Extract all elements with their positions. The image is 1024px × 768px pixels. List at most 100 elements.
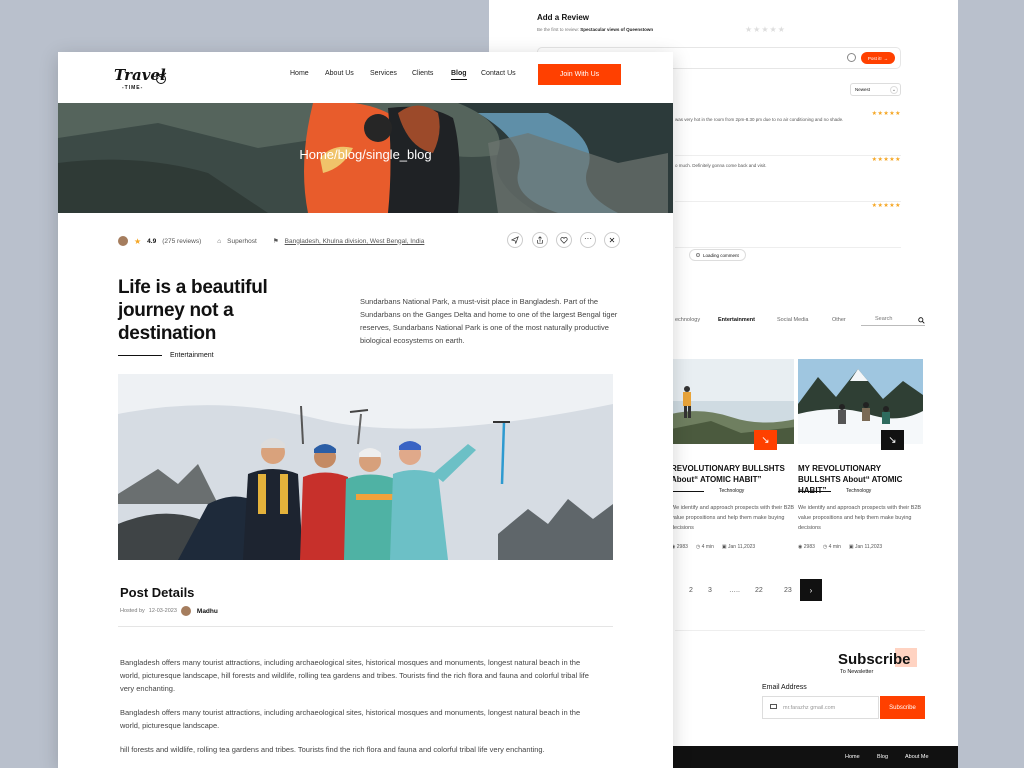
pagination-item[interactable]: 3 — [708, 587, 712, 594]
review-text: o much. Definitely gonna come back and v… — [675, 163, 767, 168]
close-button[interactable]: ✕ — [604, 232, 620, 248]
divider — [798, 491, 831, 492]
rating-input-stars[interactable]: ★★★★★ — [745, 25, 786, 34]
open-post-button[interactable]: ↘ — [754, 430, 777, 450]
filter-tab-other[interactable]: Other — [832, 317, 846, 323]
calendar-icon: ▣ — [721, 544, 727, 550]
divider — [675, 630, 925, 631]
review-item: ★★★★★ o much. Definitely gonna come back… — [675, 156, 901, 202]
nav-home[interactable]: Home — [290, 70, 309, 77]
review-item: ★★★★★ — [675, 202, 901, 248]
clock-icon: ◷ — [695, 544, 701, 550]
mail-icon — [770, 704, 777, 709]
logo-subtext: -TIME- — [122, 85, 144, 91]
pagination-item[interactable]: 22 — [755, 587, 763, 594]
post-review-button[interactable]: Post it! → — [861, 52, 895, 64]
post-details-meta: Hosted by 12-03-2023 Madhu — [120, 606, 218, 616]
close-icon: ✕ — [608, 235, 616, 245]
open-post-button[interactable]: ↘ — [881, 430, 904, 450]
nav-blog[interactable]: Blog — [451, 70, 467, 80]
post-date-value: Jan 11,2023 — [728, 544, 756, 550]
hosted-by-label: Hosted by — [120, 608, 145, 614]
filter-tab-entertainment[interactable]: Entertainment — [718, 317, 755, 323]
share-icon — [537, 236, 543, 244]
post-date-value: Jan 11,2023 — [855, 544, 883, 550]
share-button[interactable] — [532, 232, 548, 248]
filter-tab-technology[interactable]: echnology — [675, 317, 700, 323]
nav-contact-us[interactable]: Contact Us — [481, 70, 516, 77]
author-name[interactable]: Madhu — [197, 608, 218, 615]
superhost-label: Superhost — [227, 237, 257, 245]
blog-card-category: Technology — [846, 488, 872, 494]
views-count: ◉ 2983 — [671, 544, 688, 550]
add-review-title: Add a Review — [537, 13, 590, 22]
filter-tab-social-media[interactable]: Social Media — [777, 317, 809, 323]
review-subtitle-prefix: Be the first to review — [537, 27, 578, 32]
blog-card-title[interactable]: REVOLUTIONARY BULLSHTS About“ ATOMIC HAB… — [671, 463, 797, 485]
site-logo[interactable]: Travel -TIME- — [114, 66, 170, 96]
review-count[interactable]: (275 reviews) — [162, 238, 201, 245]
read-time-value: 4 min — [828, 544, 841, 550]
nav-services[interactable]: Services — [370, 70, 397, 77]
join-with-us-button[interactable]: Join With Us — [538, 64, 621, 85]
avatar — [118, 236, 128, 246]
chevron-right-icon: › — [809, 585, 813, 595]
loading-icon — [696, 253, 700, 257]
review-subtitle-subject: Spectacular views of Queenstown — [580, 27, 654, 32]
nav-about-us[interactable]: About Us — [325, 70, 354, 77]
hero-banner: Home/blog/single_blog — [58, 103, 673, 213]
emoji-icon[interactable] — [847, 53, 856, 62]
star-icon: ★ — [134, 236, 142, 246]
sort-select[interactable]: Newest ⌄ — [850, 83, 901, 96]
avatar — [180, 606, 191, 616]
footer-link-home[interactable]: Home — [845, 754, 860, 760]
blog-card-image — [671, 359, 796, 444]
send-icon — [511, 236, 519, 244]
footer-link-blog[interactable]: Blog — [877, 754, 888, 760]
post-date: ▣ Jan 11,2023 — [849, 544, 882, 550]
arrow-right-icon: → — [883, 55, 889, 61]
search-input[interactable]: Search — [861, 314, 925, 326]
load-comments-button[interactable]: Loading comment — [689, 249, 746, 261]
post-meta-row: ★ 4.9 (275 reviews) ⌂ Superhost ⚑ Bangla… — [118, 234, 424, 248]
divider — [671, 491, 704, 492]
views-count-value: 2983 — [803, 544, 815, 550]
like-button[interactable] — [556, 232, 572, 248]
blog-card-category: Technology — [719, 488, 745, 494]
home-icon: ⌂ — [217, 237, 222, 245]
plane-icon — [155, 72, 167, 84]
subscribe-button[interactable]: Subscribe — [880, 696, 925, 719]
more-dots-icon: ··· — [584, 233, 592, 243]
more-options-button[interactable]: ··· — [580, 232, 596, 248]
subscribe-subtitle: To Newsletter — [840, 669, 874, 675]
views-count-value: 2983 — [676, 544, 688, 550]
body-paragraph: hill forests and wildlife, rolling tea g… — [120, 745, 545, 754]
blog-card[interactable]: ↘ MY REVOLUTIONARY BULLSHTS About“ ATOMI… — [794, 355, 924, 571]
post-date: ▣ Jan 11,2023 — [722, 544, 755, 550]
pagination-next-button[interactable]: › — [800, 579, 822, 601]
blog-card-description: We identify and approach prospects with … — [671, 505, 795, 531]
pagination-item[interactable]: 23 — [784, 587, 792, 594]
read-time: ◷ 4 min — [823, 544, 841, 550]
divider — [118, 355, 162, 356]
post-details-title: Post Details — [120, 585, 195, 600]
post-intro: Sundarbans National Park, a must-visit p… — [360, 297, 618, 345]
heart-icon — [560, 237, 568, 244]
review-text: was very hot in the room from 2pm-8.30 p… — [675, 117, 844, 122]
review-stars: ★★★★★ — [871, 203, 901, 209]
subscribe-title: Subscribe — [838, 651, 911, 668]
rating-value: 4.9 — [147, 237, 157, 245]
search-icon[interactable] — [918, 317, 925, 324]
email-field[interactable]: mr.farazhz gmail.com — [762, 696, 879, 719]
flag-icon: ⚑ — [272, 238, 279, 245]
body-paragraph: Bangladesh offers many tourist attractio… — [120, 658, 589, 693]
blog-card[interactable]: ↘ REVOLUTIONARY BULLSHTS About“ ATOMIC H… — [667, 355, 797, 571]
nav-clients[interactable]: Clients — [412, 70, 433, 77]
clock-icon: ◷ — [822, 544, 828, 550]
footer-link-about[interactable]: About Me — [905, 754, 929, 760]
send-button[interactable] — [507, 232, 523, 248]
location-link[interactable]: Bangladesh, Khulna division, West Bengal… — [285, 238, 425, 245]
blog-card-meta: ◉ 2983 ◷ 4 min ▣ Jan 11,2023 — [798, 544, 882, 550]
post-category[interactable]: Entertainment — [170, 352, 214, 359]
pagination-item[interactable]: 2 — [689, 587, 693, 594]
